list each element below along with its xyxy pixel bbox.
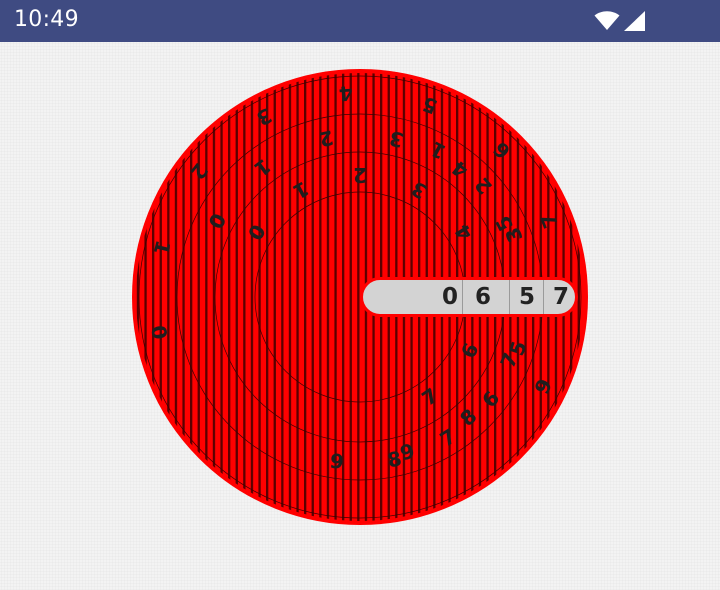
dial-digit-label: 4 — [338, 81, 354, 106]
code-digit-3: 5 — [518, 284, 535, 310]
app-screen: 10:49 0123456701234567891234567890123456… — [0, 0, 720, 590]
code-digit-4: 7 — [552, 284, 569, 310]
code-digit-2: 6 — [474, 284, 491, 310]
code-display: 0 6 5 7 — [360, 277, 578, 317]
dial-digit-label: 2 — [353, 163, 367, 187]
code-digit-1: 0 — [441, 284, 458, 310]
